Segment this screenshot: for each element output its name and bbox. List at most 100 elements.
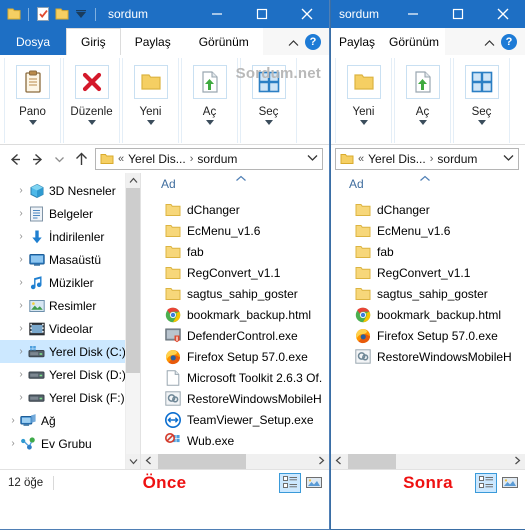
close-button[interactable]	[480, 0, 525, 28]
expand-chevron-icon[interactable]: ›	[14, 254, 28, 265]
scrollbar-thumb[interactable]	[348, 454, 396, 469]
file-list-item[interactable]: dChanger	[141, 199, 329, 220]
expand-chevron-icon[interactable]: ›	[14, 346, 28, 357]
breadcrumb-folder[interactable]: sordum	[197, 152, 237, 166]
customize-qat-icon[interactable]	[73, 6, 89, 22]
column-header-name[interactable]: Ad	[349, 177, 364, 191]
tree-item-1[interactable]: › Belgeler	[0, 202, 140, 225]
forward-button[interactable]	[26, 148, 48, 170]
file-list-item[interactable]: Wub.exe	[141, 430, 329, 451]
nav-pane-scrollbar[interactable]	[125, 173, 140, 469]
scroll-up-icon[interactable]	[126, 173, 140, 188]
file-list-item[interactable]: RestoreWindowsMobileH	[331, 346, 525, 367]
file-list-item[interactable]: sagtus_sahip_goster	[141, 283, 329, 304]
tab-gorunum[interactable]: Görünüm	[383, 28, 445, 55]
file-list-item[interactable]: fab	[141, 241, 329, 262]
scroll-right-icon[interactable]	[314, 456, 329, 467]
new-folder-icon[interactable]	[54, 6, 70, 22]
collapse-ribbon-icon[interactable]	[484, 37, 495, 47]
file-list-item[interactable]: EcMenu_v1.6	[331, 220, 525, 241]
ribbon-group-ac[interactable]: Aç	[181, 58, 238, 143]
properties-icon[interactable]	[35, 6, 51, 22]
chevron-down-icon[interactable]	[418, 120, 427, 125]
chevron-down-icon[interactable]	[359, 120, 368, 125]
column-header-name[interactable]: Ad	[161, 177, 176, 191]
tree-item-2[interactable]: › İndirilenler	[0, 225, 140, 248]
chevron-down-icon[interactable]	[28, 120, 37, 125]
expand-chevron-icon[interactable]: ›	[14, 185, 28, 196]
expand-chevron-icon[interactable]: ›	[14, 369, 28, 380]
chevron-down-icon[interactable]	[307, 154, 318, 164]
address-input[interactable]: « Yerel Dis... › sordum	[95, 148, 323, 170]
folder-icon[interactable]	[6, 6, 22, 22]
tree-item-7[interactable]: › Yerel Disk (C:)	[0, 340, 140, 363]
file-list-item[interactable]: sagtus_sahip_goster	[331, 283, 525, 304]
ribbon-group-yeni[interactable]: Yeni	[122, 58, 179, 143]
tab-gorunum[interactable]: Görünüm	[185, 28, 263, 55]
tree-item-3[interactable]: › Masaüstü	[0, 248, 140, 271]
expand-chevron-icon[interactable]: ›	[14, 392, 28, 403]
ribbon-group-pano[interactable]: Pano	[4, 58, 61, 143]
file-list-item[interactable]: TeamViewer_Setup.exe	[141, 409, 329, 430]
large-icons-view-button[interactable]	[499, 473, 521, 493]
scroll-right-icon[interactable]	[510, 456, 525, 467]
scroll-left-icon[interactable]	[331, 456, 346, 467]
tree-item-4[interactable]: › Müzikler	[0, 271, 140, 294]
file-list-hscrollbar[interactable]	[331, 454, 525, 469]
file-list-item[interactable]: dChanger	[331, 199, 525, 220]
file-list-item[interactable]: EcMenu_v1.6	[141, 220, 329, 241]
ribbon-group-yeni[interactable]: Yeni	[335, 58, 392, 143]
hscroll-track[interactable]	[156, 454, 314, 469]
scroll-left-icon[interactable]	[141, 456, 156, 467]
ribbon-group-sec[interactable]: Seç	[453, 58, 510, 143]
chevron-down-icon[interactable]	[205, 120, 214, 125]
expand-chevron-icon[interactable]: ›	[14, 231, 28, 242]
help-icon[interactable]: ?	[305, 33, 321, 50]
file-list-item[interactable]: bookmark_backup.html	[331, 304, 525, 325]
recent-locations-button[interactable]	[48, 148, 70, 170]
file-list-item[interactable]: RegConvert_v1.1	[141, 262, 329, 283]
large-icons-view-button[interactable]	[303, 473, 325, 493]
expand-chevron-icon[interactable]: ›	[6, 415, 20, 426]
scrollbar-thumb[interactable]	[158, 454, 246, 469]
tree-item-10[interactable]: › Ağ	[0, 409, 140, 432]
scroll-down-icon[interactable]	[126, 454, 140, 469]
address-input[interactable]: « Yerel Dis... › sordum	[335, 148, 519, 170]
file-list-item[interactable]: RegConvert_v1.1	[331, 262, 525, 283]
chevron-down-icon[interactable]	[503, 154, 514, 164]
tree-item-9[interactable]: › Yerel Disk (F:)	[0, 386, 140, 409]
expand-chevron-icon[interactable]: ›	[14, 208, 28, 219]
chevron-down-icon[interactable]	[146, 120, 155, 125]
tree-item-6[interactable]: › Videolar	[0, 317, 140, 340]
up-button[interactable]	[70, 148, 92, 170]
breadcrumb-drive[interactable]: Yerel Dis...	[128, 152, 186, 166]
hscroll-track[interactable]	[346, 454, 510, 469]
collapse-ribbon-icon[interactable]	[288, 37, 299, 47]
chevron-down-icon[interactable]	[87, 120, 96, 125]
details-view-button[interactable]	[279, 472, 301, 493]
breadcrumb-folder[interactable]: sordum	[437, 152, 477, 166]
file-list-item[interactable]: Firefox Setup 57.0.exe	[141, 346, 329, 367]
ribbon-group-ac[interactable]: Aç	[394, 58, 451, 143]
expand-chevron-icon[interactable]: ›	[14, 323, 28, 334]
file-list-item[interactable]: fab	[331, 241, 525, 262]
file-list-item[interactable]: DefenderControl.exe	[141, 325, 329, 346]
expand-chevron-icon[interactable]: ›	[6, 438, 20, 449]
back-button[interactable]	[4, 148, 26, 170]
file-list-item[interactable]: Firefox Setup 57.0.exe	[331, 325, 525, 346]
help-icon[interactable]: ?	[501, 33, 517, 50]
file-list-hscrollbar[interactable]	[141, 454, 329, 469]
scrollbar-thumb[interactable]	[126, 188, 140, 373]
minimize-button[interactable]	[194, 0, 239, 28]
chevron-down-icon[interactable]	[264, 120, 273, 125]
ribbon-group-duzenle[interactable]: Düzenle	[63, 58, 120, 143]
breadcrumb-drive[interactable]: Yerel Dis...	[368, 152, 426, 166]
tree-item-5[interactable]: › Resimler	[0, 294, 140, 317]
maximize-button[interactable]	[239, 0, 284, 28]
details-view-button[interactable]	[475, 472, 497, 493]
maximize-button[interactable]	[435, 0, 480, 28]
minimize-button[interactable]	[390, 0, 435, 28]
close-button[interactable]	[284, 0, 329, 28]
tab-dosya[interactable]: Dosya	[0, 28, 67, 55]
tab-paylas[interactable]: Paylaş	[121, 28, 185, 55]
